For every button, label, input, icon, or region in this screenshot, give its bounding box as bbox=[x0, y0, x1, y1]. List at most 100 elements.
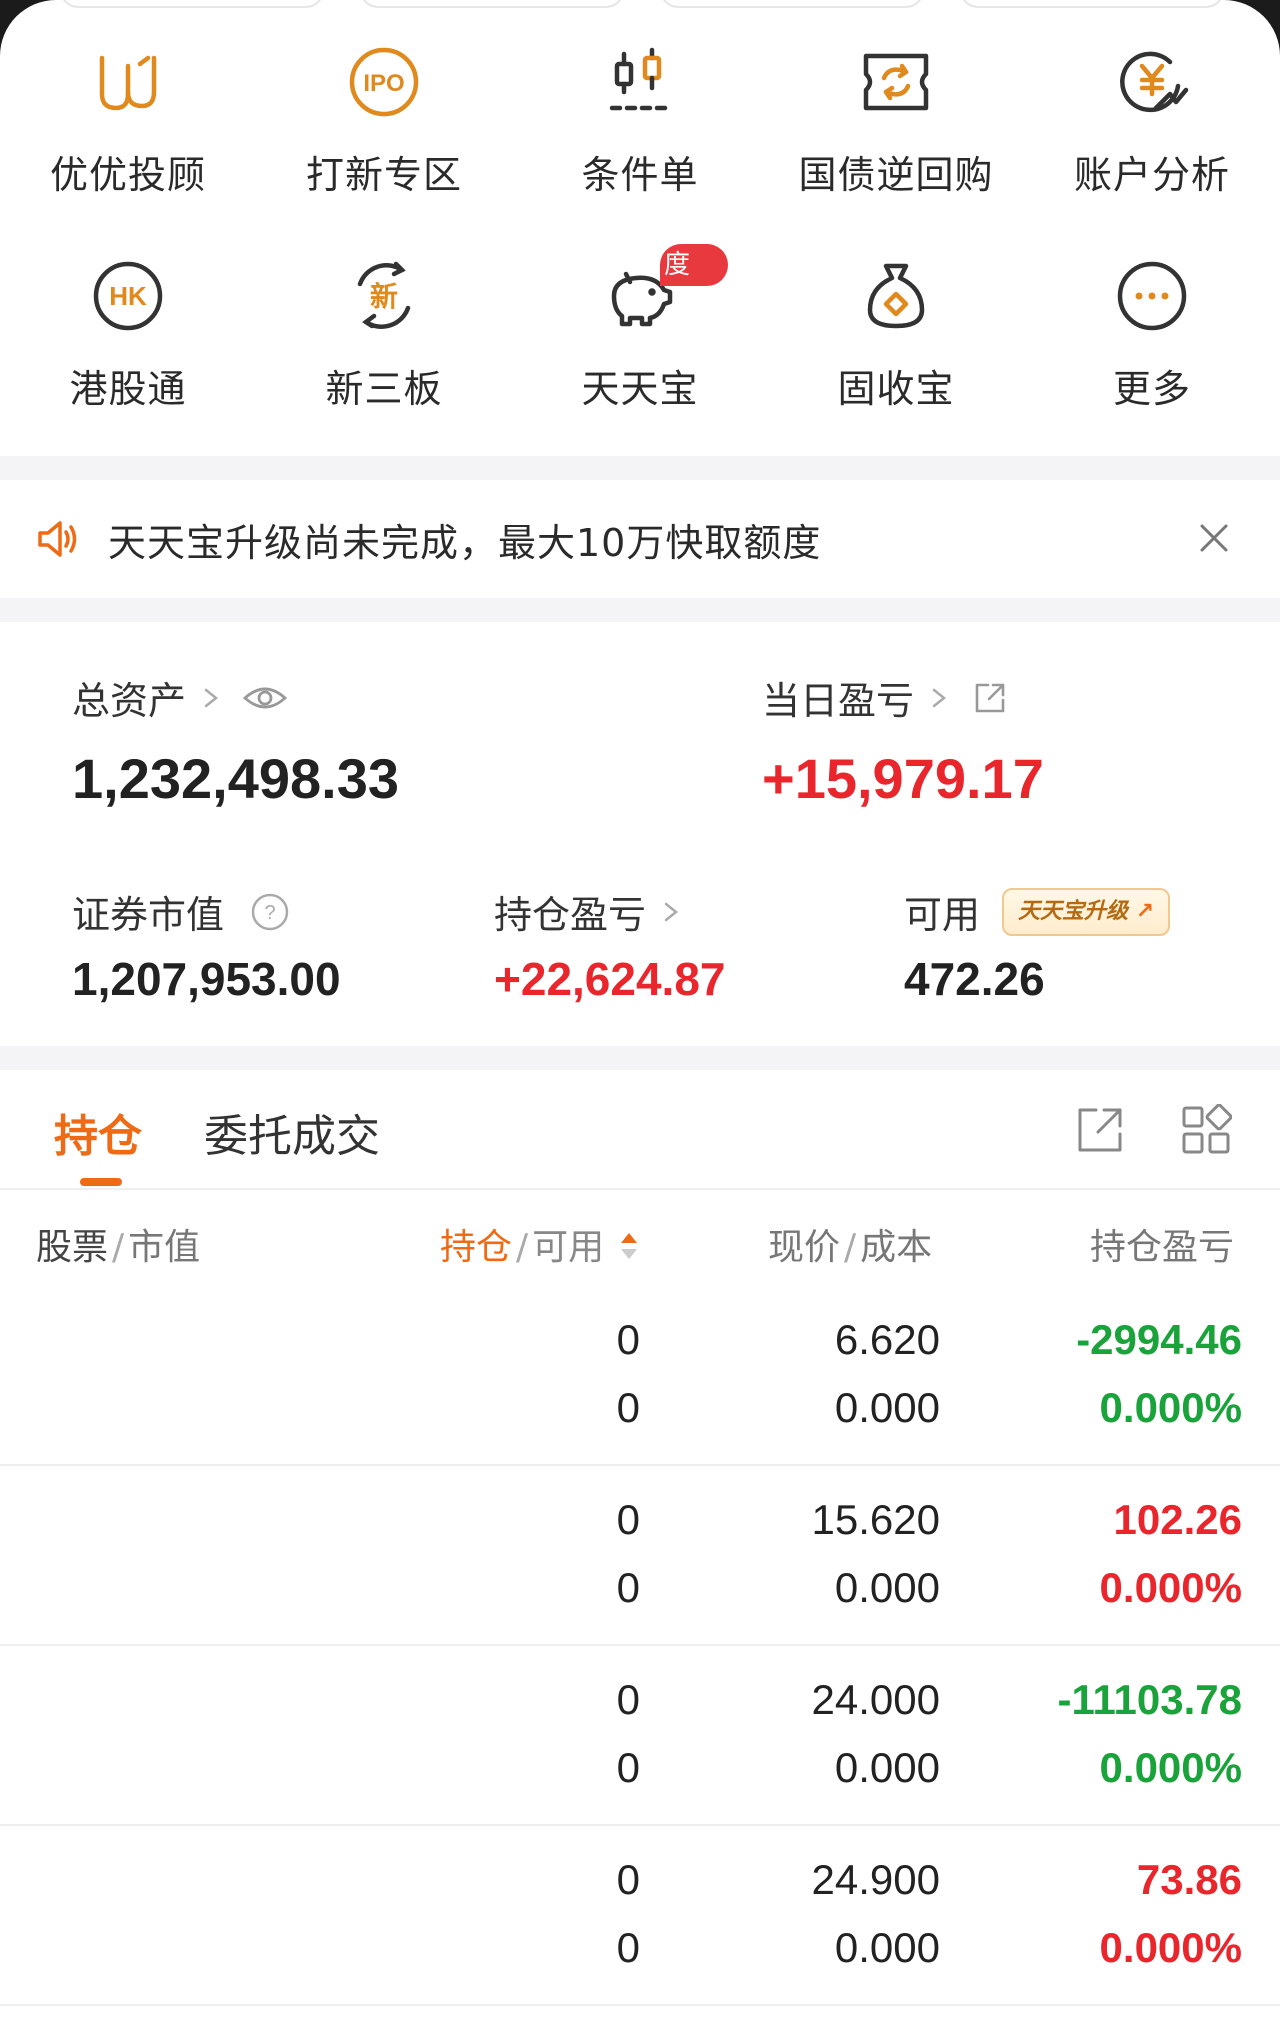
daily-pl-label[interactable]: 当日盈亏 bbox=[762, 670, 1008, 725]
available-quantity: 0 bbox=[616, 1384, 640, 1431]
header-subtext: 可用 bbox=[532, 1227, 605, 1268]
header-text: 现价 bbox=[768, 1227, 841, 1268]
column-header-hold[interactable]: 持仓 / 可用 bbox=[440, 1218, 640, 1270]
position-pl-percent: 0.000% bbox=[1099, 1564, 1242, 1611]
hold-quantity: 0 bbox=[616, 1496, 640, 1543]
table-row[interactable]: 0 0 6.620 0.000 -2994.46 0.000% bbox=[0, 1286, 1280, 1466]
position-pl-percent: 0.000% bbox=[1099, 1384, 1242, 1431]
candlestick-icon bbox=[600, 42, 680, 122]
chevron-right-icon bbox=[932, 688, 947, 707]
hold-quantity: 0 bbox=[616, 1676, 640, 1723]
menu-label: 天天宝 bbox=[581, 367, 699, 411]
tab-orders[interactable]: 委托成交 bbox=[204, 1100, 380, 1164]
asset-summary: 总资产 1,232,498.33 当日盈亏 +15,979.17 证券市值 ? … bbox=[0, 622, 1280, 1046]
upgrade-tag-text: 天天宝升级 bbox=[1018, 898, 1129, 924]
share-external-icon[interactable] bbox=[1074, 1104, 1126, 1156]
hold-quantity: 0 bbox=[616, 1316, 640, 1363]
svg-text:HK: HK bbox=[109, 281, 147, 311]
header-text: 股票 bbox=[36, 1227, 109, 1268]
notice-bar[interactable]: 天天宝升级尚未完成，最大10万快取额度 bbox=[0, 480, 1280, 598]
tab-positions[interactable]: 持仓 bbox=[54, 1100, 142, 1164]
available-quantity: 0 bbox=[616, 1744, 640, 1791]
position-pl-percent: 0.000% bbox=[1099, 1744, 1242, 1791]
daily-pl-label-text: 当日盈亏 bbox=[762, 679, 915, 723]
menu-item-ipo[interactable]: IPO 打新专区 bbox=[256, 32, 512, 246]
close-icon[interactable] bbox=[1194, 518, 1234, 558]
menu-label: 更多 bbox=[1112, 367, 1191, 411]
sort-icon bbox=[620, 1233, 637, 1259]
chevron-right-icon bbox=[204, 688, 219, 707]
market-value-label: 证券市值 ? bbox=[72, 884, 290, 939]
table-row[interactable]: 0 0 15.620 0.000 102.26 0.000% bbox=[0, 1466, 1280, 1646]
menu-label: 账户分析 bbox=[1073, 153, 1230, 197]
active-tab-indicator bbox=[80, 1178, 122, 1186]
menu-label: 新三板 bbox=[325, 367, 443, 411]
column-header-stock[interactable]: 股票 / 市值 bbox=[36, 1218, 200, 1270]
cost-price: 0.000 bbox=[834, 1924, 940, 1971]
promo-badge: 度 bbox=[660, 244, 729, 286]
position-pl-label-text: 持仓盈亏 bbox=[494, 893, 647, 937]
eye-icon[interactable] bbox=[242, 681, 288, 715]
repo-ticket-icon bbox=[856, 42, 936, 122]
share-external-icon[interactable] bbox=[972, 680, 1008, 716]
position-pl: -2994.46 bbox=[1076, 1316, 1242, 1363]
money-bag-icon bbox=[856, 256, 936, 336]
available-label-text: 可用 bbox=[904, 893, 981, 937]
cost-price: 0.000 bbox=[834, 1564, 940, 1611]
header-subtext: 成本 bbox=[860, 1227, 933, 1268]
current-price: 15.620 bbox=[811, 1496, 940, 1543]
position-pl-value: +22,624.87 bbox=[494, 953, 726, 1005]
position-pl: 102.26 bbox=[1113, 1496, 1242, 1543]
menu-label: 固收宝 bbox=[837, 367, 955, 411]
menu-item-advisor[interactable]: 优优投顾 bbox=[0, 32, 256, 246]
position-pl-percent: 0.000% bbox=[1099, 1924, 1242, 1971]
header-separator: / bbox=[112, 1227, 125, 1268]
total-assets-value: 1,232,498.33 bbox=[72, 747, 399, 810]
svg-text:IPO: IPO bbox=[363, 70, 404, 97]
menu-item-conditional-order[interactable]: 条件单 bbox=[512, 32, 768, 246]
menu-item-hk-connect[interactable]: HK 港股通 bbox=[0, 246, 256, 460]
section-divider bbox=[0, 456, 1280, 480]
cost-price: 0.000 bbox=[834, 1384, 940, 1431]
grid-layout-icon[interactable] bbox=[1180, 1104, 1232, 1156]
new-board-icon: 新 bbox=[344, 256, 424, 336]
svg-text:?: ? bbox=[264, 902, 275, 924]
ipo-icon: IPO bbox=[344, 42, 424, 122]
available-quantity: 0 bbox=[616, 1564, 640, 1611]
upgrade-tag[interactable]: 天天宝升级 ↗ bbox=[1002, 887, 1171, 936]
section-divider bbox=[0, 1046, 1280, 1070]
table-row[interactable]: 0 0 24.900 0.000 73.86 0.000% bbox=[0, 1826, 1280, 2006]
column-header-price[interactable]: 现价 / 成本 bbox=[768, 1218, 932, 1270]
market-value: 1,207,953.00 bbox=[72, 953, 341, 1005]
market-value-label-text: 证券市值 bbox=[72, 893, 225, 937]
help-icon[interactable]: ? bbox=[250, 892, 290, 932]
total-assets-label-text: 总资产 bbox=[72, 679, 187, 723]
position-pl-label[interactable]: 持仓盈亏 bbox=[494, 884, 682, 939]
available-quantity: 0 bbox=[616, 1924, 640, 1971]
daily-pl-value: +15,979.17 bbox=[762, 747, 1044, 810]
menu-item-tiantianbao[interactable]: 天天宝 度 bbox=[512, 244, 768, 460]
header-separator: / bbox=[516, 1227, 529, 1268]
yen-chart-icon bbox=[1112, 42, 1192, 122]
chevron-right-icon bbox=[664, 902, 679, 921]
table-row[interactable]: 0 0 24.000 0.000 -11103.78 0.000% bbox=[0, 1646, 1280, 1826]
svg-text:新: 新 bbox=[370, 280, 398, 313]
header-subtext: 市值 bbox=[128, 1227, 201, 1268]
more-icon bbox=[1112, 256, 1192, 336]
menu-label: 港股通 bbox=[69, 367, 187, 411]
position-pl: 73.86 bbox=[1136, 1856, 1242, 1903]
total-assets-label[interactable]: 总资产 bbox=[72, 670, 288, 725]
header-text: 持仓 bbox=[440, 1227, 513, 1268]
cost-price: 0.000 bbox=[834, 1744, 940, 1791]
menu-item-more[interactable]: 更多 bbox=[1024, 246, 1280, 460]
current-price: 24.000 bbox=[811, 1676, 940, 1723]
speaker-icon bbox=[38, 521, 77, 557]
menu-item-account-analysis[interactable]: 账户分析 bbox=[1024, 32, 1280, 246]
menu-label: 条件单 bbox=[581, 153, 699, 197]
menu-item-fixed-income[interactable]: 固收宝 bbox=[768, 246, 1024, 460]
menu-item-repo[interactable]: 国债逆回购 bbox=[768, 32, 1024, 246]
menu-item-new-third-board[interactable]: 新 新三板 bbox=[256, 246, 512, 460]
holdings-list: 0 0 6.620 0.000 -2994.46 0.000% 0 0 15.620 0.000 1… bbox=[0, 1286, 1280, 2006]
column-header-pl[interactable]: 持仓盈亏 bbox=[1090, 1218, 1234, 1270]
menu-label: 国债逆回购 bbox=[798, 153, 994, 197]
